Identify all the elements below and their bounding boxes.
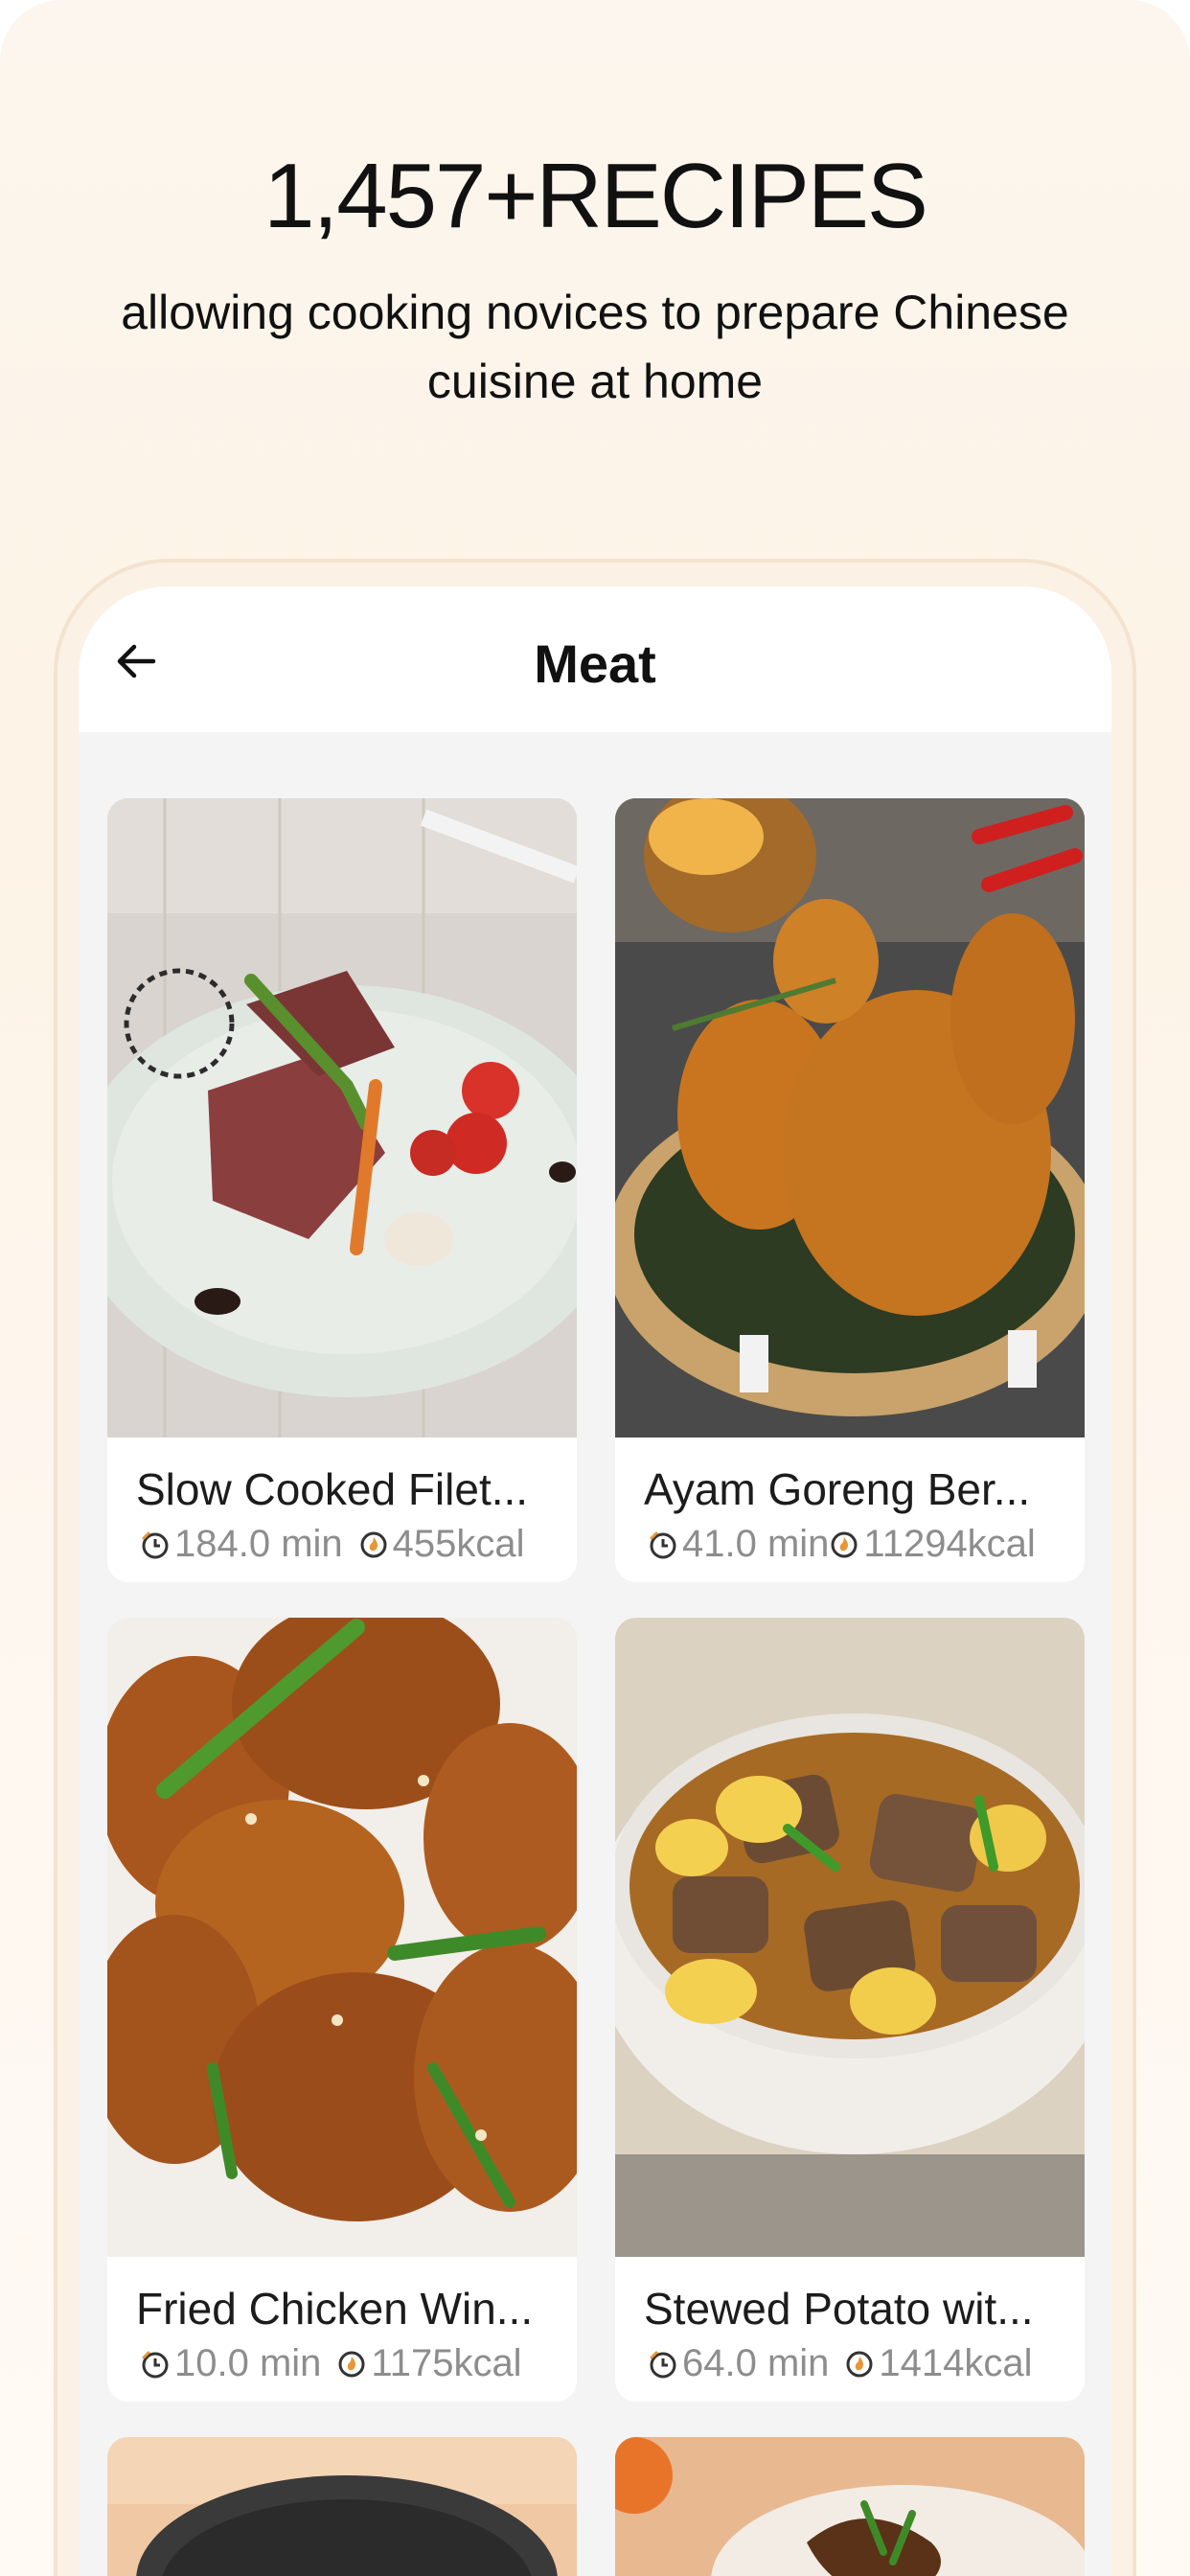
recipe-image [107,798,577,1438]
flame-icon [360,1531,387,1557]
promo-page: 1,457+RECIPES allowing cooking novices t… [0,0,1190,2576]
recipe-card[interactable]: Stewed Potato wit... 64.0 min 1414kcal [615,1618,1085,2402]
recipe-title: Stewed Potato wit... [644,2284,1034,2334]
recipe-image [615,2437,1085,2576]
clock-icon [142,1531,169,1558]
recipe-card[interactable]: Fried Chicken Win... 10.0 min 1175kcal [107,1618,577,2402]
page-title: Meat [534,633,656,694]
recipe-calories: 1414kcal [879,2342,1033,2384]
clock-icon [650,2351,676,2378]
recipe-title: Slow Cooked Filet... [136,1464,529,1514]
recipe-image [107,2437,577,2576]
recipe-card[interactable] [615,2437,1085,2576]
recipe-time: 10.0 min [174,2342,322,2384]
recipe-card[interactable]: Ayam Goreng Ber... 41.0 min 11294kcal [615,798,1085,1582]
recipe-title: Fried Chicken Win... [136,2284,534,2334]
recipe-image [107,1618,577,2257]
recipe-time: 64.0 min [682,2342,830,2384]
flame-icon [846,2351,873,2377]
nav-bar: Meat [79,586,1111,732]
recipe-card[interactable] [107,2437,577,2576]
flame-icon [338,2351,365,2377]
recipe-meta: 10.0 min 1175kcal [140,2342,522,2385]
promo-headline: 1,457+RECIPES [263,145,928,247]
recipe-card[interactable]: Slow Cooked Filet... 184.0 min 455kcal [107,798,577,1582]
flame-icon [831,1531,858,1557]
recipe-time: 184.0 min [174,1523,343,1565]
recipe-image [615,1618,1085,2257]
promo-subline: allowing cooking novices to prepare Chin… [121,286,1069,408]
recipe-image [615,798,1085,1438]
recipe-calories: 455kcal [392,1523,525,1565]
recipe-meta: 64.0 min 1414kcal [648,2342,1033,2385]
recipe-title: Ayam Goreng Ber... [644,1464,1031,1514]
recipe-calories: 11294kcal [863,1523,1036,1565]
recipe-time: 41.0 min [682,1523,830,1565]
app-screen: Meat Slow Cooked Filet... 184.0 min 455k… [79,586,1111,2576]
recipe-meta: 41.0 min 11294kcal [648,1523,1036,1566]
clock-icon [142,2351,169,2378]
clock-icon [650,1531,676,1558]
recipe-calories: 1175kcal [371,2342,522,2384]
recipe-meta: 184.0 min 455kcal [140,1523,525,1566]
